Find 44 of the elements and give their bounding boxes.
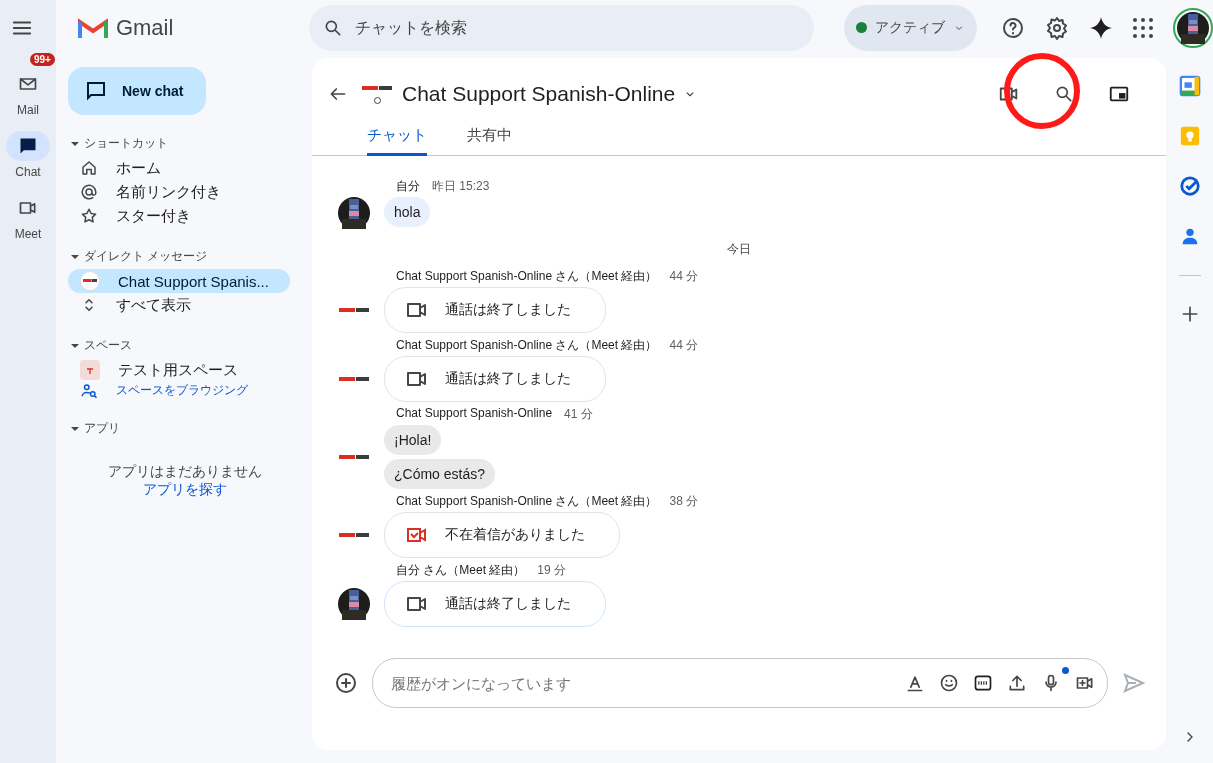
status-dropdown[interactable]: アクティブ bbox=[844, 4, 977, 51]
nav-item[interactable]: ホーム bbox=[68, 156, 290, 180]
search-bar[interactable]: チャットを検索 bbox=[309, 4, 814, 51]
sender-name: 自分 bbox=[396, 178, 420, 195]
tab[interactable]: 共有中 bbox=[467, 120, 512, 156]
sender-name: Chat Support Spanish-Online さん（Meet 経由） bbox=[396, 268, 658, 285]
unread-badge: 99+ bbox=[30, 53, 55, 66]
message-time: 41 分 bbox=[564, 406, 593, 423]
call-status: 通話は終了しました bbox=[445, 370, 571, 388]
message-time: 44 分 bbox=[669, 337, 699, 354]
nav-item[interactable]: すべて表示 bbox=[68, 293, 290, 317]
nav-item[interactable]: テスト用スペース bbox=[68, 358, 290, 382]
nav-item[interactable]: Chat Support Spanis... bbox=[68, 269, 290, 293]
composer-field[interactable]: 履歴がオンになっています bbox=[372, 658, 1108, 708]
call-status: 通話は終了しました bbox=[445, 595, 571, 613]
nav-item[interactable]: スペースをブラウジング bbox=[68, 382, 290, 400]
message-time: 38 分 bbox=[669, 493, 699, 510]
message-time: 19 分 bbox=[537, 562, 567, 579]
message-bubble: ¿Cómo estás? bbox=[384, 459, 496, 489]
find-apps-link[interactable]: アプリを探す bbox=[143, 481, 227, 499]
search-field[interactable]: チャットを検索 bbox=[353, 17, 800, 38]
rail-item[interactable]: Meet bbox=[6, 193, 50, 241]
message-time: 44 分 bbox=[669, 268, 699, 285]
section-header[interactable]: ダイレクト メッセージ bbox=[68, 248, 208, 265]
nav-item[interactable]: スター付き bbox=[68, 204, 290, 228]
sender-name: Chat Support Spanish-Online さん（Meet 経由） bbox=[396, 337, 658, 354]
message-time: 昨日 15:23 bbox=[432, 178, 490, 195]
message-bubble: ¡Hola! bbox=[384, 425, 442, 455]
empty-message: アプリはまだありません bbox=[108, 463, 262, 481]
sender-name: Chat Support Spanish-Online bbox=[396, 406, 553, 422]
new-chat-button[interactable]: New chat bbox=[68, 67, 206, 115]
section-header[interactable]: ショートカット bbox=[68, 135, 168, 152]
call-status: 不在着信がありました bbox=[445, 526, 585, 544]
call-status: 通話は終了しました bbox=[445, 301, 571, 319]
tab[interactable]: チャット bbox=[367, 120, 427, 156]
section-header[interactable]: スペース bbox=[68, 337, 132, 354]
conversation-title: Chat Support Spanish-Online bbox=[402, 82, 676, 106]
sender-name: 自分 さん（Meet 経由） bbox=[396, 562, 526, 579]
app-name: Gmail bbox=[115, 14, 174, 41]
nav-item[interactable]: 名前リンク付き bbox=[68, 180, 290, 204]
sender-name: Chat Support Spanish-Online さん（Meet 経由） bbox=[396, 493, 658, 510]
section-header[interactable]: アプリ bbox=[68, 420, 120, 437]
date-divider: 今日 bbox=[726, 241, 752, 258]
message-bubble: hola bbox=[384, 197, 431, 227]
